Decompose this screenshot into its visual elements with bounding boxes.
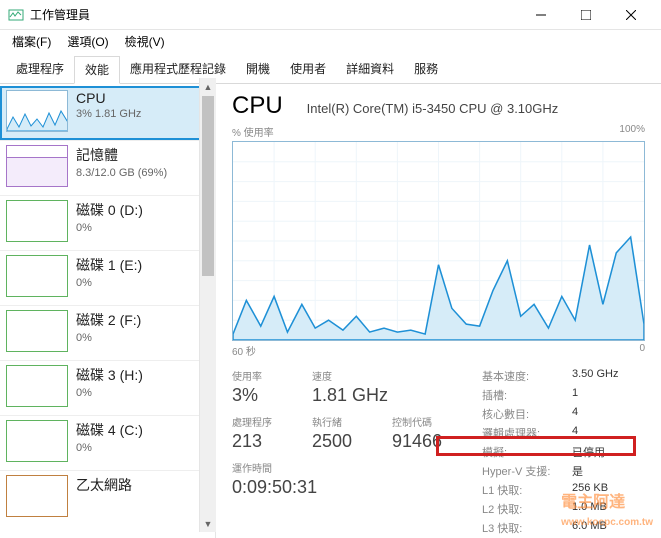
tab-startup[interactable]: 開機 [236, 56, 280, 83]
tab-services[interactable]: 服務 [404, 56, 448, 83]
page-title: CPU [232, 92, 283, 120]
sidebar-item-memory[interactable]: 記憶體 8.3/12.0 GB (69%) [0, 140, 215, 195]
window-title: 工作管理員 [30, 6, 518, 23]
menu-view[interactable]: 檢視(V) [119, 31, 171, 52]
sidebar: CPU 3% 1.81 GHz 記憶體 8.3/12.0 GB (69%) 磁碟 0… [0, 84, 216, 538]
x-axis-right: 0 [639, 343, 645, 358]
menu-options[interactable]: 選項(O) [61, 31, 114, 52]
handles-value: 91466 [392, 431, 452, 452]
usage-label: 使用率 [232, 368, 292, 383]
main-panel: CPU Intel(R) Core(TM) i5-3450 CPU @ 3.10… [216, 84, 661, 538]
scroll-up-icon[interactable]: ▲ [200, 78, 216, 95]
sidebar-label: 乙太網路 [76, 475, 132, 495]
tab-users[interactable]: 使用者 [280, 56, 336, 83]
sidebar-item-disk4[interactable]: 磁碟 4 (C:) 0% [0, 415, 215, 470]
sidebar-sub: 3% 1.81 GHz [76, 108, 141, 120]
sidebar-sub: 0% [76, 222, 143, 234]
sidebar-item-disk3[interactable]: 磁碟 3 (H:) 0% [0, 360, 215, 415]
uptime-value: 0:09:50:31 [232, 477, 317, 498]
x-axis-left: 60 秒 [232, 343, 256, 358]
titlebar: 工作管理員 [0, 0, 661, 30]
sidebar-item-disk1[interactable]: 磁碟 1 (E:) 0% [0, 250, 215, 305]
sidebar-item-disk2[interactable]: 磁碟 2 (F:) 0% [0, 305, 215, 360]
sidebar-label: 磁碟 1 (E:) [76, 255, 142, 275]
close-button[interactable] [608, 0, 653, 30]
scroll-thumb[interactable] [202, 96, 214, 276]
tabs: 處理程序 效能 應用程式歷程記錄 開機 使用者 詳細資料 服務 [0, 52, 661, 84]
tab-details[interactable]: 詳細資料 [336, 56, 404, 83]
sidebar-label: 記憶體 [76, 145, 167, 165]
sidebar-sub: 0% [76, 277, 142, 289]
tab-performance[interactable]: 效能 [74, 56, 120, 84]
virtualization-row: 模擬:已停用 [482, 444, 645, 460]
menu-file[interactable]: 檔案(F) [6, 31, 57, 52]
sidebar-sub: 0% [76, 387, 143, 399]
sidebar-label: 磁碟 2 (F:) [76, 310, 141, 330]
sidebar-label: 磁碟 0 (D:) [76, 200, 143, 220]
sidebar-item-disk0[interactable]: 磁碟 0 (D:) 0% [0, 195, 215, 250]
watermark: 電主阿達 www.kocpc.com.tw [561, 488, 653, 530]
sidebar-label: CPU [76, 90, 141, 106]
threads-label: 執行緒 [312, 414, 372, 429]
y-axis-label: % 使用率 [232, 124, 274, 139]
speed-value: 1.81 GHz [312, 385, 388, 406]
tab-apphistory[interactable]: 應用程式歷程記錄 [120, 56, 236, 83]
sidebar-label: 磁碟 3 (H:) [76, 365, 143, 385]
sidebar-sub: 0% [76, 332, 141, 344]
sidebar-item-cpu[interactable]: CPU 3% 1.81 GHz [0, 86, 215, 140]
uptime-label: 運作時間 [232, 460, 317, 475]
sidebar-item-ethernet[interactable]: 乙太網路 [0, 470, 215, 525]
processes-value: 213 [232, 431, 292, 452]
y-axis-max: 100% [619, 124, 645, 139]
menubar: 檔案(F) 選項(O) 檢視(V) [0, 30, 661, 52]
maximize-button[interactable] [563, 0, 608, 30]
app-icon [8, 7, 24, 23]
minimize-button[interactable] [518, 0, 563, 30]
cpu-model: Intel(R) Core(TM) i5-3450 CPU @ 3.10GHz [307, 101, 559, 116]
sidebar-label: 磁碟 4 (C:) [76, 420, 143, 440]
sidebar-scrollbar[interactable]: ▲ ▼ [199, 78, 216, 532]
speed-label: 速度 [312, 368, 388, 383]
sidebar-sub: 8.3/12.0 GB (69%) [76, 167, 167, 179]
threads-value: 2500 [312, 431, 372, 452]
usage-value: 3% [232, 385, 292, 406]
processes-label: 處理程序 [232, 414, 292, 429]
handles-label: 控制代碼 [392, 414, 452, 429]
scroll-down-icon[interactable]: ▼ [200, 515, 216, 532]
cpu-graph[interactable] [232, 141, 645, 341]
sidebar-sub: 0% [76, 442, 143, 454]
tab-processes[interactable]: 處理程序 [6, 56, 74, 83]
